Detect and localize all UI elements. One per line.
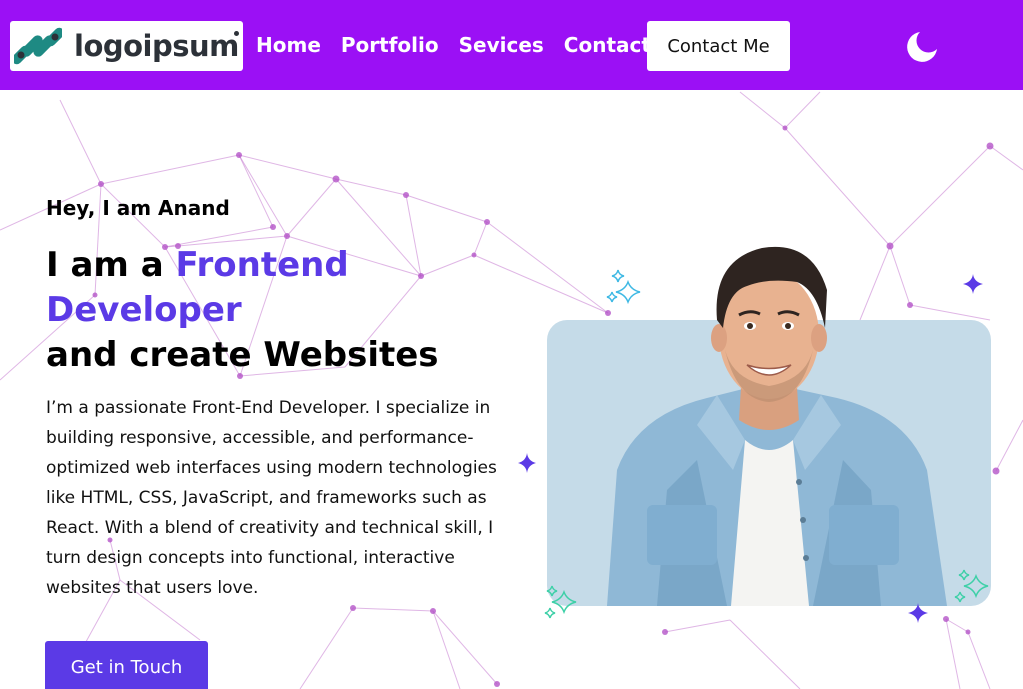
headline-prefix: I am a xyxy=(46,245,176,285)
greeting: Hey, I am Anand xyxy=(46,196,230,220)
top-navbar: logoipsum Home Portfolio Sevices Contact… xyxy=(0,0,1023,90)
get-in-touch-button[interactable]: Get in Touch xyxy=(45,641,208,689)
logo-mark-icon xyxy=(14,27,62,65)
bio-paragraph: I’m a passionate Front-End Developer. I … xyxy=(46,398,497,598)
sparkle-icon xyxy=(954,569,989,603)
star-icon xyxy=(963,274,983,294)
nav-home[interactable]: Home xyxy=(256,33,321,57)
nav-services[interactable]: Sevices xyxy=(459,33,544,57)
registered-mark xyxy=(234,31,239,36)
logo-text: logoipsum xyxy=(74,29,239,63)
logo[interactable]: logoipsum xyxy=(10,21,243,71)
main-menu: Home Portfolio Sevices Contacts xyxy=(256,0,683,90)
moon-icon[interactable] xyxy=(906,29,940,63)
headline-suffix: and create Websites xyxy=(46,335,439,375)
star-icon xyxy=(518,453,536,473)
contact-me-button[interactable]: Contact Me xyxy=(647,21,790,71)
star-icon xyxy=(908,603,928,623)
nav-portfolio[interactable]: Portfolio xyxy=(341,33,439,57)
sparkle-icon xyxy=(544,585,577,619)
sparkle-icon xyxy=(606,269,641,305)
headline: I am a Frontend Developer and create Web… xyxy=(46,243,526,378)
